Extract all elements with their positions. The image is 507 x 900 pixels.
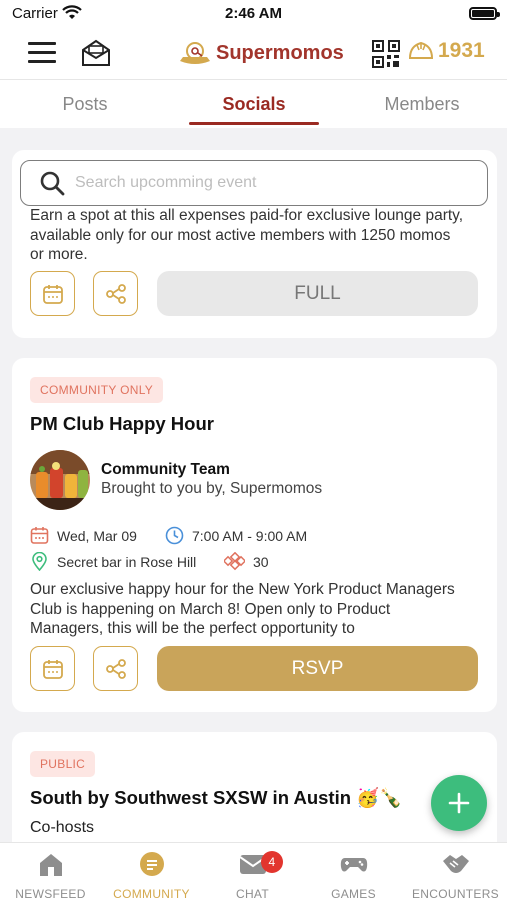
hamburger-menu-icon[interactable] xyxy=(28,42,56,64)
add-to-calendar-button[interactable] xyxy=(30,271,75,316)
nav-newsfeed[interactable]: NEWSFEED xyxy=(0,849,101,900)
plus-icon xyxy=(448,792,470,814)
clock-icon xyxy=(165,526,184,545)
attendees-icon xyxy=(224,552,245,571)
app-header: Supermomos 1931 xyxy=(0,28,507,80)
nav-newsfeed-label: NEWSFEED xyxy=(15,887,86,900)
brand-logo: Supermomos xyxy=(178,38,344,68)
battery-icon xyxy=(469,7,500,20)
location-pin-icon xyxy=(32,552,47,571)
tab-members[interactable]: Members xyxy=(352,94,492,115)
calendar-icon xyxy=(30,527,49,544)
gamepad-icon xyxy=(340,858,367,872)
event-card[interactable]: COMMUNITY ONLY PM Club Happy Hour Commun… xyxy=(12,358,497,712)
handshake-icon xyxy=(442,855,469,873)
search-icon xyxy=(40,171,65,196)
add-to-calendar-button[interactable] xyxy=(30,646,75,691)
event-time: 7:00 AM - 9:00 AM xyxy=(165,526,307,545)
event-attendees: 30 xyxy=(224,552,269,571)
host-name: Community Team xyxy=(101,461,230,478)
event-location[interactable]: Secret bar in Rose Hill xyxy=(30,552,196,571)
nav-chat[interactable]: 4 CHAT xyxy=(202,849,303,900)
community-icon xyxy=(139,852,164,876)
qr-code-icon[interactable] xyxy=(372,40,400,68)
nav-community[interactable]: COMMUNITY xyxy=(101,849,202,900)
share-icon xyxy=(105,283,126,304)
active-tab-indicator xyxy=(189,122,319,125)
home-icon xyxy=(39,854,62,876)
attendee-count: 30 xyxy=(253,553,269,570)
nav-games[interactable]: GAMES xyxy=(303,849,404,900)
status-bar: Carrier 2:46 AM xyxy=(0,0,507,28)
host-subtitle: Brought to you by, Supermomos xyxy=(101,480,323,497)
full-button[interactable]: FULL xyxy=(157,271,478,316)
cocktails-image xyxy=(30,450,90,510)
cohosts-label: Co-hosts xyxy=(30,819,95,836)
bottom-navigation: NEWSFEED COMMUNITY 4 CHAT GAMES ENCOUNTE… xyxy=(0,842,507,900)
tab-posts[interactable]: Posts xyxy=(15,94,155,115)
nav-encounters[interactable]: ENCOUNTERS xyxy=(405,849,506,900)
search-input[interactable] xyxy=(75,169,475,197)
visibility-badge: PUBLIC xyxy=(30,751,96,777)
community-tabs: Posts Socials Members xyxy=(0,80,507,128)
momo-bun-icon xyxy=(408,41,434,59)
share-icon xyxy=(105,658,126,679)
nav-chat-label: CHAT xyxy=(236,887,269,900)
share-button[interactable] xyxy=(93,646,138,691)
event-title[interactable]: PM Club Happy Hour xyxy=(30,413,214,435)
clock: 2:46 AM xyxy=(225,5,282,22)
event-location-text: Secret bar in Rose Hill xyxy=(57,553,197,570)
event-description: Earn a spot at this all expenses paid-fo… xyxy=(30,207,464,263)
event-description: Our exclusive happy hour for the New Yor… xyxy=(30,581,455,637)
event-title[interactable]: South by Southwest SXSW in Austin 🥳🍾 xyxy=(30,787,402,809)
nav-encounters-label: ENCOUNTERS xyxy=(411,887,499,900)
calendar-icon xyxy=(42,284,63,304)
event-time-text: 7:00 AM - 9:00 AM xyxy=(192,527,308,544)
inbox-icon[interactable] xyxy=(80,38,112,68)
calendar-icon xyxy=(42,659,63,679)
create-event-button[interactable] xyxy=(431,775,487,831)
rsvp-button[interactable]: RSVP xyxy=(157,646,478,691)
event-search xyxy=(20,160,488,206)
share-button[interactable] xyxy=(93,271,138,316)
event-date: Wed, Mar 09 xyxy=(30,526,137,545)
momo-logo-icon xyxy=(180,42,210,64)
momo-balance[interactable]: 1931 xyxy=(408,38,485,64)
event-date-text: Wed, Mar 09 xyxy=(57,527,137,544)
momo-count: 1931 xyxy=(438,39,485,62)
brand-name: Supermomos xyxy=(216,41,344,64)
chat-unread-badge: 4 xyxy=(261,851,283,873)
visibility-badge: COMMUNITY ONLY xyxy=(30,377,164,403)
tab-socials[interactable]: Socials xyxy=(184,94,324,115)
host-avatar[interactable] xyxy=(30,450,90,510)
nav-games-label: GAMES xyxy=(331,887,376,900)
nav-community-label: COMMUNITY xyxy=(113,887,190,900)
